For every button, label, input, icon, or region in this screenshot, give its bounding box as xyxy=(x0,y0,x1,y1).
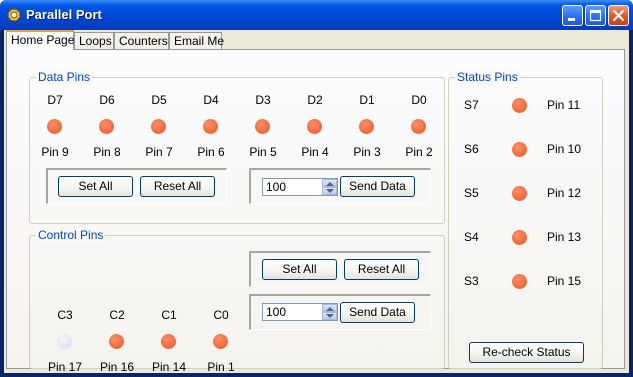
status-pin-indicator xyxy=(512,274,527,289)
control-value-input[interactable] xyxy=(263,304,324,320)
pin-number-label: Pin 16 xyxy=(99,360,135,374)
pin-number-label: Pin 6 xyxy=(197,145,225,159)
pin-number-label: Pin 8 xyxy=(93,145,121,159)
app-window: Parallel Port Home Page Loops Counters E… xyxy=(0,0,633,377)
pin-state-indicator[interactable] xyxy=(203,119,218,134)
pin-name-label: C1 xyxy=(161,308,177,322)
control-spin-down-button[interactable] xyxy=(322,312,337,320)
tab-counters[interactable]: Counters xyxy=(114,32,169,50)
pin-name-label: D1 xyxy=(359,93,375,107)
minimize-icon xyxy=(568,18,575,21)
control-set-all-button[interactable]: Set All xyxy=(262,259,337,280)
window-title: Parallel Port xyxy=(26,7,102,22)
status-pin-name: S5 xyxy=(464,186,479,200)
tab-home-page[interactable]: Home Page xyxy=(6,30,74,50)
recheck-status-button[interactable]: Re-check Status xyxy=(469,342,584,363)
status-pins-group: Status Pins S7 Pin 11 S6 Pin 10 S5 Pin 12 S4 Pi… xyxy=(448,70,603,369)
tab-loops[interactable]: Loops xyxy=(74,32,114,50)
pin-name-label: C0 xyxy=(213,308,229,322)
data-value-spinner[interactable] xyxy=(262,178,338,196)
data-value-input[interactable] xyxy=(263,179,324,195)
data-send-button[interactable]: Send Data xyxy=(340,176,415,197)
control-pins-group: Control Pins C3 Pin 17 C2 Pin 16 C1 Pin 14 C0 P… xyxy=(29,228,445,374)
arrow-up-icon xyxy=(326,307,334,311)
status-pin-indicator xyxy=(512,186,527,201)
status-pins-label: Status Pins xyxy=(455,70,520,84)
pin-state-indicator[interactable] xyxy=(255,119,270,134)
status-pin-name: S3 xyxy=(464,274,479,288)
title-bar[interactable]: Parallel Port xyxy=(0,0,633,30)
gear-app-icon xyxy=(7,8,21,22)
home-page-panel: Data Pins D7 Pin 9 D6 Pin 8 D5 Pin 7 D4 Pin 6 D3… xyxy=(6,49,625,374)
pin-number-label: Pin 9 xyxy=(41,145,69,159)
status-pin-name: S4 xyxy=(464,230,479,244)
data-spin-up-button[interactable] xyxy=(322,179,337,187)
control-pins-label: Control Pins xyxy=(36,228,106,242)
pin-number-label: Pin 17 xyxy=(47,360,83,374)
pin-state-indicator[interactable] xyxy=(411,119,426,134)
pin-state-indicator[interactable] xyxy=(161,334,176,349)
pin-name-label: D7 xyxy=(47,93,63,107)
status-pin-indicator xyxy=(512,98,527,113)
pin-state-indicator[interactable] xyxy=(307,119,322,134)
pin-name-label: D0 xyxy=(411,93,427,107)
data-spin-down-button[interactable] xyxy=(322,187,337,195)
status-pin-number: Pin 11 xyxy=(547,98,581,112)
pin-state-indicator[interactable] xyxy=(57,334,72,349)
control-spin-up-button[interactable] xyxy=(322,304,337,312)
close-button[interactable] xyxy=(608,5,629,26)
close-icon xyxy=(612,9,625,22)
control-reset-all-button[interactable]: Reset All xyxy=(344,259,419,280)
control-send-button[interactable]: Send Data xyxy=(340,302,415,323)
status-pin-number: Pin 13 xyxy=(547,230,582,244)
pin-name-label: C2 xyxy=(109,308,125,322)
pin-number-label: Pin 5 xyxy=(249,145,277,159)
arrow-up-icon xyxy=(326,182,334,186)
data-set-all-button[interactable]: Set All xyxy=(58,176,133,197)
pin-number-label: Pin 7 xyxy=(145,145,173,159)
data-pins-group: Data Pins D7 Pin 9 D6 Pin 8 D5 Pin 7 D4 Pin 6 D3… xyxy=(29,70,445,224)
status-pin-number: Pin 15 xyxy=(547,274,582,288)
control-value-spinner[interactable] xyxy=(262,303,338,321)
pin-state-indicator[interactable] xyxy=(359,119,374,134)
minimize-button[interactable] xyxy=(562,5,583,26)
status-pin-indicator xyxy=(512,230,527,245)
status-pin-indicator xyxy=(512,142,527,157)
pin-name-label: D2 xyxy=(307,93,323,107)
maximize-icon xyxy=(589,9,602,22)
arrow-down-icon xyxy=(326,189,334,193)
pin-name-label: D5 xyxy=(151,93,167,107)
client-area: Home Page Loops Counters Email Me Data P… xyxy=(4,30,629,374)
pin-number-label: Pin 1 xyxy=(207,360,235,374)
pin-number-label: Pin 14 xyxy=(151,360,187,374)
maximize-button[interactable] xyxy=(585,5,606,26)
pin-number-label: Pin 4 xyxy=(301,145,329,159)
data-reset-all-button[interactable]: Reset All xyxy=(140,176,215,197)
pin-state-indicator[interactable] xyxy=(151,119,166,134)
pin-name-label: D6 xyxy=(99,93,115,107)
pin-name-label: C3 xyxy=(57,308,73,322)
status-pin-name: S6 xyxy=(464,142,479,156)
pin-state-indicator[interactable] xyxy=(109,334,124,349)
pin-name-label: D3 xyxy=(255,93,271,107)
status-pin-number: Pin 10 xyxy=(547,142,582,156)
pin-number-label: Pin 3 xyxy=(353,145,381,159)
arrow-down-icon xyxy=(326,314,334,318)
pin-name-label: D4 xyxy=(203,93,219,107)
pin-number-label: Pin 2 xyxy=(405,145,433,159)
pin-state-indicator[interactable] xyxy=(99,119,114,134)
data-pins-label: Data Pins xyxy=(36,70,93,84)
pin-state-indicator[interactable] xyxy=(213,334,228,349)
status-pin-name: S7 xyxy=(464,98,479,112)
pin-state-indicator[interactable] xyxy=(47,119,62,134)
status-pin-number: Pin 12 xyxy=(547,186,582,200)
tab-email-me[interactable]: Email Me xyxy=(169,32,224,50)
